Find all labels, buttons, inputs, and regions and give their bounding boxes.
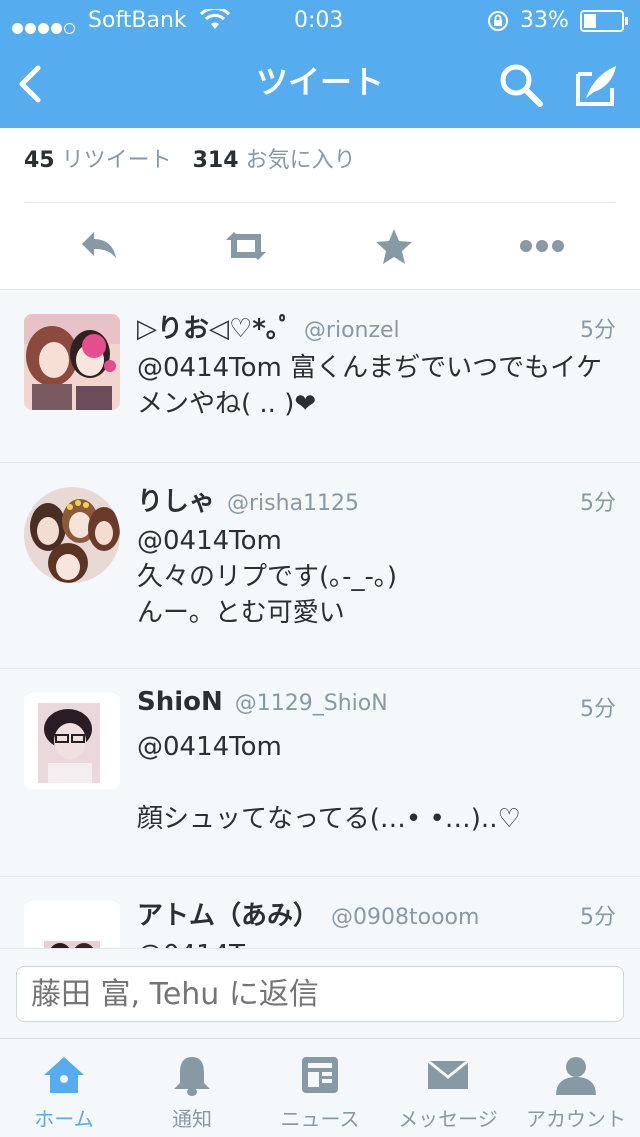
timestamp: 5分 xyxy=(580,491,616,516)
tab-account[interactable]: アカウント xyxy=(512,1039,640,1137)
reply-tweet[interactable]: りしゃ @risha1125 5分 @0414Tom 久々のリプです(｡-_-｡)… xyxy=(0,463,640,669)
home-icon xyxy=(44,1057,84,1093)
battery-percent: 33% xyxy=(520,8,569,33)
bell-icon xyxy=(174,1057,210,1096)
avatar[interactable] xyxy=(24,314,120,410)
avatar-photo xyxy=(24,693,120,789)
divider xyxy=(24,202,616,203)
favorite-label[interactable]: お気に入り xyxy=(246,148,356,173)
tab-label: 通知 xyxy=(172,1107,212,1131)
user-handle[interactable]: @rionzel xyxy=(304,318,400,343)
avatar-photo xyxy=(24,487,120,583)
display-name[interactable]: ShioN xyxy=(137,687,223,717)
reply-input[interactable] xyxy=(16,966,624,1022)
favorite-button[interactable] xyxy=(364,224,424,268)
timestamp: 5分 xyxy=(580,697,616,722)
stat-counts: 45 リツイート 314 お気に入り xyxy=(24,142,356,174)
rotation-lock-icon xyxy=(488,11,508,31)
tab-messages[interactable]: メッセージ xyxy=(384,1039,512,1137)
star-icon xyxy=(376,229,412,264)
tab-news[interactable]: ニュース xyxy=(256,1039,384,1137)
signal-strength-icon xyxy=(12,15,77,40)
news-icon xyxy=(302,1057,338,1093)
clock-time: 0:03 xyxy=(294,8,344,33)
tab-bar: ホーム 通知 ニュース メッセージ アカウント xyxy=(0,1038,640,1137)
timestamp: 5分 xyxy=(580,318,616,343)
reply-icon xyxy=(82,232,116,258)
display-name[interactable]: りしゃ xyxy=(137,487,215,517)
compose-icon xyxy=(576,66,616,106)
user-handle[interactable]: @risha1125 xyxy=(227,491,359,516)
tab-notifications[interactable]: 通知 xyxy=(128,1039,256,1137)
more-icon xyxy=(520,240,564,252)
navigation-bar: ツイート xyxy=(0,40,640,128)
person-icon xyxy=(556,1057,596,1095)
tab-home[interactable]: ホーム xyxy=(0,1039,128,1137)
tab-label: アカウント xyxy=(526,1107,626,1131)
reply-bar xyxy=(0,948,640,1039)
reply-tweet[interactable]: ▷りお◁♡*｡ﾟ @rionzel 5分 @0414Tom 富くんまぢでいつでもイ… xyxy=(0,290,640,463)
retweet-count: 45 xyxy=(24,148,55,173)
retweet-button[interactable] xyxy=(216,224,276,268)
tweet-stats-panel: 45 リツイート 314 お気に入り xyxy=(0,128,640,290)
tab-label: メッセージ xyxy=(398,1107,498,1131)
reply-tweet[interactable]: ShioN @1129_ShioN 5分 @0414Tom 顔シュッてなってる(…… xyxy=(0,669,640,877)
avatar-photo xyxy=(24,314,120,410)
search-icon xyxy=(500,64,543,107)
tweet-text: @0414Tom 顔シュッてなってる(…• •…)..♡ xyxy=(137,732,521,834)
retweet-icon xyxy=(226,232,266,260)
reply-button[interactable] xyxy=(70,224,130,268)
retweet-label[interactable]: リツイート xyxy=(62,148,172,173)
user-handle[interactable]: @0908tooom xyxy=(331,905,479,930)
wifi-icon xyxy=(200,9,230,29)
battery-icon xyxy=(580,10,628,32)
avatar[interactable] xyxy=(24,693,120,789)
tweet-text: @0414Tom 久々のリプです(｡-_-｡) んー。とむ可愛い xyxy=(137,526,398,628)
more-button[interactable] xyxy=(512,224,572,268)
status-bar: SoftBank 0:03 33% xyxy=(0,0,640,40)
search-button[interactable] xyxy=(496,60,546,110)
tab-label: ホーム xyxy=(34,1107,94,1131)
carrier-name: SoftBank xyxy=(88,8,187,33)
favorite-count: 314 xyxy=(192,148,239,173)
timestamp: 5分 xyxy=(580,905,616,930)
display-name[interactable]: ▷りお◁♡*｡ﾟ xyxy=(137,314,292,344)
user-handle[interactable]: @1129_ShioN xyxy=(235,691,388,716)
tab-label: ニュース xyxy=(280,1107,360,1131)
envelope-icon xyxy=(427,1059,469,1089)
avatar[interactable] xyxy=(24,487,120,583)
compose-button[interactable] xyxy=(572,60,622,110)
tweet-text: @0414Tom 富くんまぢでいつでもイケメンやね( .. )❤ xyxy=(137,353,603,419)
display-name[interactable]: アトム（あみ） xyxy=(137,901,319,931)
